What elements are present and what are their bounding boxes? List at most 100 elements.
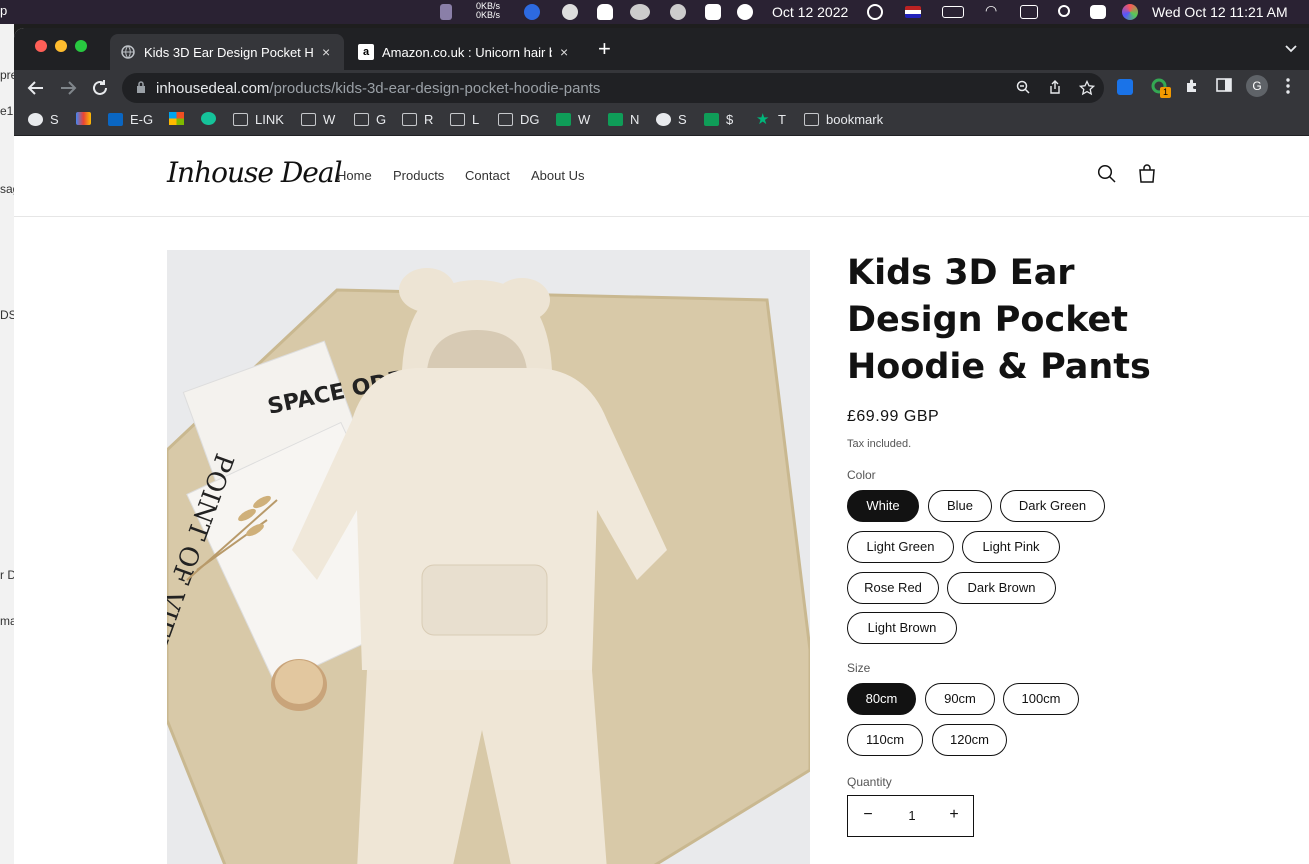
net-down-text: 0KB/s [476, 10, 501, 20]
cat-icon[interactable] [440, 4, 452, 20]
bear-icon[interactable] [562, 4, 578, 20]
spotlight-search-icon[interactable] [1058, 5, 1070, 17]
kebab-menu-icon[interactable] [1278, 78, 1298, 98]
tab-close-icon[interactable]: × [560, 44, 568, 60]
quantity-decrease-button[interactable]: − [858, 806, 878, 824]
wechat-icon[interactable] [630, 4, 650, 20]
bookmark-folder[interactable]: L [450, 112, 479, 127]
color-option-rose-red[interactable]: Rose Red [847, 572, 939, 604]
share-icon[interactable] [1047, 80, 1063, 96]
product-image[interactable]: SPACE ODDITY POINT OF VIEW [167, 250, 810, 864]
color-label: Color [847, 468, 876, 482]
forward-arrow-icon[interactable] [56, 76, 80, 100]
size-option-110cm[interactable]: 110cm [847, 724, 923, 756]
size-option-90cm[interactable]: 90cm [925, 683, 995, 715]
nav-contact[interactable]: Contact [465, 168, 510, 183]
bookmark-label: bookmark [826, 112, 884, 127]
checkmark-app-icon[interactable] [705, 4, 721, 20]
wifi-icon[interactable]: ◠ [985, 2, 1001, 18]
bookmark-item[interactable]: $ [704, 112, 733, 127]
color-option-blue[interactable]: Blue [928, 490, 992, 522]
puzzle-extensions-icon[interactable] [1182, 78, 1202, 98]
url-text[interactable]: inhousedeal.com/products/kids-3d-ear-des… [156, 80, 600, 97]
zoom-window-button[interactable] [75, 40, 87, 52]
product-price: £69.99 GBP [847, 408, 940, 425]
green-extension-icon[interactable]: 1 [1150, 78, 1171, 98]
amazon-icon: a [358, 44, 374, 60]
bookmark-item[interactable] [169, 112, 191, 125]
send-app-icon[interactable] [737, 4, 753, 20]
lock-icon[interactable] [136, 81, 146, 93]
bookmark-folder[interactable]: R [402, 112, 433, 127]
keyboard-icon[interactable] [1020, 5, 1038, 19]
bookmark-folder[interactable]: G [354, 112, 386, 127]
bookmark-folder[interactable]: LINK [233, 112, 284, 127]
side-panel-icon[interactable] [1214, 78, 1234, 98]
cart-icon[interactable] [1137, 164, 1159, 186]
close-window-button[interactable] [35, 40, 47, 52]
nav-home[interactable]: Home [337, 168, 372, 183]
back-arrow-icon[interactable] [24, 76, 48, 100]
bookmark-star-icon[interactable] [1078, 79, 1096, 96]
us-flag-icon[interactable] [905, 6, 921, 18]
tab-amazon[interactable]: a Amazon.co.uk : Unicorn hair br × [348, 34, 582, 70]
site-logo[interactable]: Inhouse Deal [167, 156, 343, 189]
notification-bell-icon[interactable] [597, 4, 613, 20]
control-center-icon[interactable] [1090, 5, 1106, 19]
bookmark-item[interactable] [201, 112, 223, 125]
search-icon[interactable] [1097, 164, 1119, 186]
nav-about-us[interactable]: About Us [531, 168, 584, 183]
teamviewer-icon[interactable] [524, 4, 540, 20]
bookmark-label: T [778, 112, 786, 127]
color-option-dark-brown[interactable]: Dark Brown [947, 572, 1056, 604]
bookmark-item[interactable]: ★ T [756, 112, 786, 127]
bookmark-item[interactable]: S [656, 112, 687, 127]
web-page: Inhouse Deal Home Products Contact About… [14, 136, 1309, 864]
folder-icon [402, 113, 417, 126]
url-path: /products/kids-3d-ear-design-pocket-hood… [269, 80, 601, 97]
globe-icon [120, 44, 136, 60]
color-option-light-brown[interactable]: Light Brown [847, 612, 957, 644]
battery-icon[interactable] [942, 6, 964, 18]
bookmark-item[interactable]: N [608, 112, 639, 127]
minimize-window-button[interactable] [55, 40, 67, 52]
zoom-out-icon[interactable] [1015, 80, 1031, 96]
line-icon[interactable] [670, 4, 686, 20]
download-extension-icon[interactable] [1117, 79, 1133, 95]
bookmark-folder[interactable]: DG [498, 112, 540, 127]
color-option-white[interactable]: White [847, 490, 919, 522]
bookmark-item[interactable]: W [556, 112, 590, 127]
nav-products[interactable]: Products [393, 168, 444, 183]
bookmark-item[interactable]: S [28, 112, 59, 127]
quantity-input[interactable]: 1 [900, 808, 924, 823]
address-bar[interactable]: inhousedeal.com/products/kids-3d-ear-des… [122, 73, 1104, 103]
bookmark-item[interactable] [76, 112, 98, 125]
folder-icon [450, 113, 465, 126]
color-option-light-pink[interactable]: Light Pink [962, 531, 1060, 563]
globe-icon [656, 113, 671, 126]
profile-avatar[interactable]: G [1246, 75, 1268, 97]
bookmark-label: W [578, 112, 591, 127]
bookmark-folder[interactable]: bookmark [804, 112, 883, 127]
size-option-120cm[interactable]: 120cm [932, 724, 1007, 756]
globe-icon [28, 113, 43, 126]
siri-icon[interactable] [1122, 4, 1138, 20]
bookmark-label: S [678, 112, 687, 127]
sheets-icon [556, 113, 571, 126]
size-option-100cm[interactable]: 100cm [1003, 683, 1079, 715]
quantity-increase-button[interactable]: + [944, 806, 964, 824]
color-option-light-green[interactable]: Light Green [847, 531, 954, 563]
menubar-date[interactable]: Oct 12 2022 [772, 4, 848, 20]
bookmark-item[interactable]: E-G [108, 112, 153, 127]
reload-icon[interactable] [88, 76, 112, 100]
time-machine-icon[interactable] [867, 4, 883, 20]
color-option-dark-green[interactable]: Dark Green [1000, 490, 1105, 522]
tab-close-icon[interactable]: × [322, 44, 330, 60]
tab-inhousedeal[interactable]: Kids 3D Ear Design Pocket Hoodie × [110, 34, 344, 70]
size-option-80cm[interactable]: 80cm [847, 683, 916, 715]
star-icon: ★ [756, 111, 770, 128]
menubar-datetime[interactable]: Wed Oct 12 11:21 AM [1152, 4, 1288, 20]
bookmark-folder[interactable]: W [301, 112, 335, 127]
new-tab-button[interactable]: + [598, 38, 611, 60]
tab-search-chevron-icon[interactable] [1285, 40, 1297, 56]
